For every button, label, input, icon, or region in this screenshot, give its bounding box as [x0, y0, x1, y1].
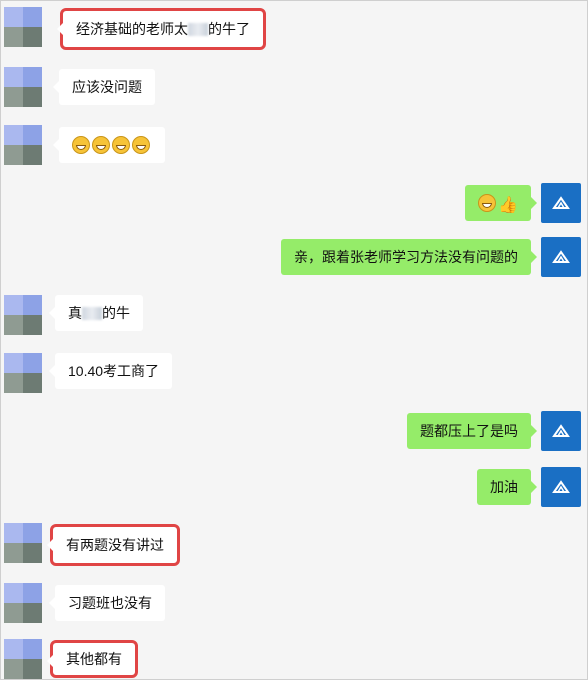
brand-logo-icon — [552, 480, 570, 493]
message-bubble[interactable]: 其他都有 — [47, 640, 138, 678]
message-bubble[interactable]: 10.40考工商了 — [48, 353, 173, 389]
message-text: 其他都有 — [66, 651, 122, 667]
message-text: 应该没问题 — [72, 79, 142, 95]
message-text: 经济基础的老师太 — [76, 21, 188, 37]
brand-avatar[interactable] — [541, 467, 581, 507]
thumbs-up-icon: 👍 — [498, 197, 518, 214]
message-text: 亲，跟着张老师学习方法没有问题的 — [294, 249, 518, 265]
message-bubble[interactable]: 亲，跟着张老师学习方法没有问题的 — [281, 239, 537, 275]
message-bubble[interactable]: 习题班也没有 — [49, 585, 165, 621]
brand-avatar[interactable] — [541, 183, 581, 223]
grinning-face-icon — [132, 136, 150, 154]
user-avatar[interactable] — [4, 583, 42, 623]
message-text: 习题班也没有 — [68, 595, 152, 611]
user-avatar[interactable] — [4, 67, 42, 107]
message-text: 加油 — [490, 479, 518, 495]
message-bubble[interactable] — [53, 127, 165, 163]
user-avatar[interactable] — [4, 353, 42, 393]
brand-logo-icon — [552, 250, 570, 263]
brand-avatar[interactable] — [541, 411, 581, 451]
user-avatar[interactable] — [4, 523, 42, 563]
message-bubble[interactable]: 有两题没有讲过 — [47, 524, 180, 566]
message-text: 的牛 — [102, 305, 130, 321]
user-avatar[interactable] — [4, 7, 42, 47]
user-avatar[interactable] — [4, 639, 42, 679]
message-bubble[interactable]: 应该没问题 — [53, 69, 155, 105]
message-text: 10.40考工商了 — [68, 363, 160, 379]
redacted-text — [82, 307, 102, 320]
message-text: 真 — [68, 305, 82, 321]
message-bubble[interactable]: 真 的牛 — [49, 295, 143, 331]
message-bubble[interactable]: 经济基础的老师太 的牛了 — [57, 8, 266, 50]
message-text: 有两题没有讲过 — [66, 537, 164, 553]
grinning-face-icon — [72, 136, 90, 154]
message-text: 的牛了 — [208, 21, 250, 37]
brand-logo-icon — [552, 424, 570, 437]
user-avatar[interactable] — [4, 295, 42, 335]
smile-icon — [478, 194, 497, 212]
message-bubble[interactable]: 加油 — [477, 469, 537, 505]
chat-window: { "messages": [ {"side": "left", "before… — [0, 0, 588, 680]
redacted-text — [188, 23, 208, 36]
grinning-face-icon — [112, 136, 130, 154]
message-bubble[interactable]: 👍 — [465, 185, 537, 221]
user-avatar[interactable] — [4, 125, 42, 165]
brand-logo-icon — [552, 196, 570, 209]
brand-avatar[interactable] — [541, 237, 581, 277]
message-text: 题都压上了是吗 — [420, 423, 518, 439]
message-bubble[interactable]: 题都压上了是吗 — [407, 413, 537, 449]
grinning-face-icon — [92, 136, 110, 154]
